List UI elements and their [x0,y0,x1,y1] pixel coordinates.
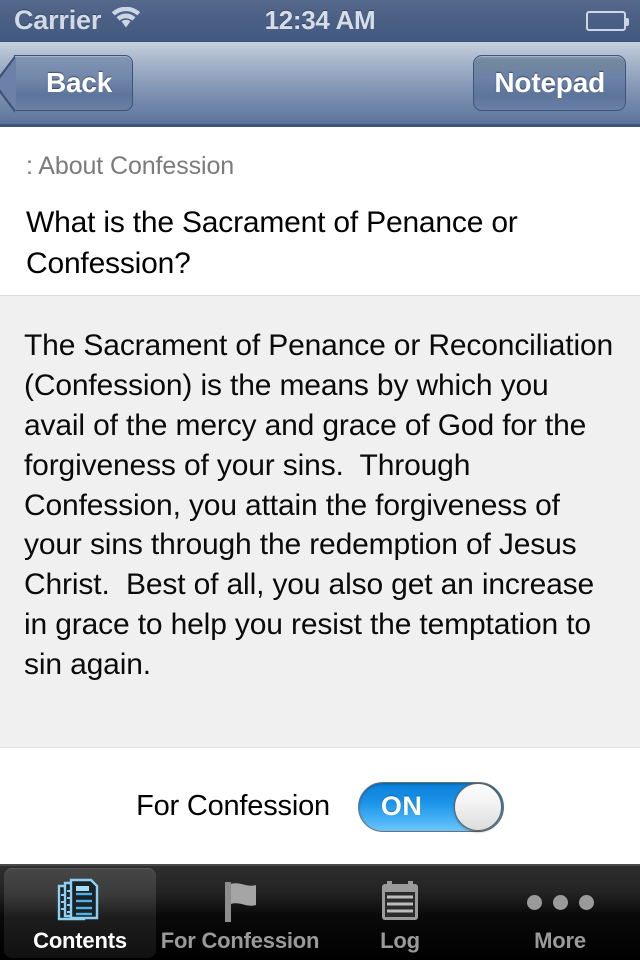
status-bar-left: Carrier [14,5,141,36]
notepad-button-label: Notepad [494,67,605,98]
tab-for-confession-label: For Confession [160,928,320,953]
flag-icon [214,877,266,927]
article-body-text: The Sacrament of Penance or Reconciliati… [24,329,622,682]
dot-1 [526,894,542,910]
tab-for-confession[interactable]: For Confession [160,866,320,960]
content-header: : About Confession What is the Sacrament… [0,130,640,296]
dot-3 [578,894,594,910]
carrier-label: Carrier [14,5,102,35]
tab-log-label: Log [380,928,420,953]
switch-state-label: ON [380,791,423,821]
for-confession-toggle-row: For Confession ON [0,749,640,864]
dot-2 [552,894,568,910]
back-button-label: Back [46,67,113,98]
breadcrumb[interactable]: : About Confession [26,152,614,181]
page-title: What is the Sacrament of Penance or Conf… [26,206,518,280]
documents-stack-icon [52,877,108,927]
ellipsis-icon [526,877,594,927]
for-confession-label: For Confession [136,790,330,822]
switch-knob[interactable] [453,782,502,831]
ellipsis-dots [526,894,594,910]
tab-contents[interactable]: Contents [0,866,160,960]
clock-label: 12:34 AM [264,5,376,35]
app-root: Carrier 12:34 AM Back Notepad: About Co… [0,0,640,960]
status-bar-right [586,10,629,31]
notepad-button[interactable]: Notepad [473,55,626,111]
status-bar: Carrier 12:34 AM [0,0,640,42]
tab-log[interactable]: Log [320,866,480,960]
back-button[interactable]: Back [0,55,134,113]
tab-more[interactable]: More [480,866,640,960]
tab-contents-label: Contents [33,928,127,953]
clipboard-icon [375,877,425,927]
for-confession-switch[interactable]: ON [357,781,504,832]
navigation-bar: Back Notepad [0,42,640,127]
wifi-icon [111,6,141,34]
article-body-panel[interactable]: The Sacrament of Penance or Reconciliati… [0,296,640,748]
tab-bar: Contents For Confession Log More [0,864,640,960]
tab-more-label: More [534,928,586,953]
battery-icon [586,10,629,31]
